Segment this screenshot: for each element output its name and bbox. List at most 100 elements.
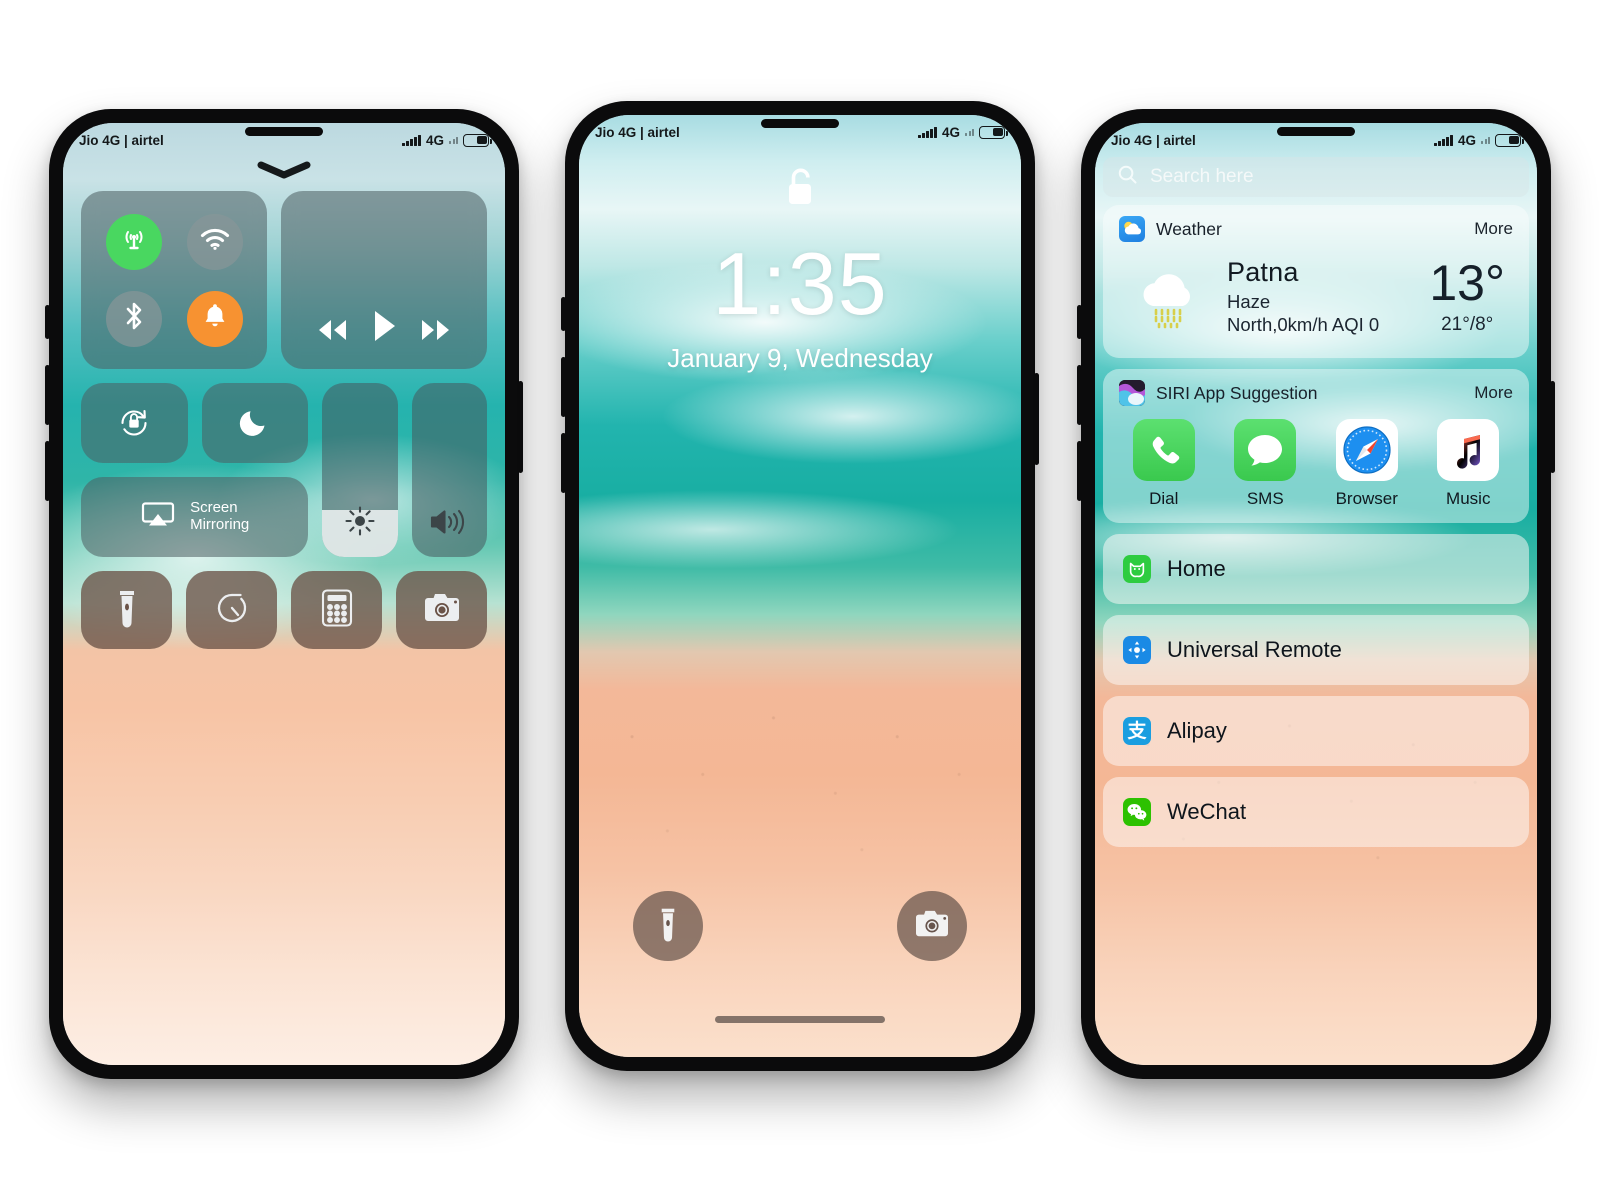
shortcut-label: Universal Remote (1167, 637, 1342, 662)
weather-condition: Haze (1227, 291, 1271, 312)
siri-app-label: Music (1446, 489, 1491, 508)
weather-more-link[interactable]: More (1474, 219, 1513, 239)
notch (1277, 127, 1355, 136)
volume-down-button[interactable] (45, 441, 50, 501)
phone-lock-screen: Jio 4G | airtel 4G 1:35 January 9, Wedne… (561, 101, 1039, 1071)
flashlight-icon (116, 588, 138, 633)
do-not-disturb-toggle[interactable] (201, 383, 309, 463)
volume-up-button[interactable] (561, 357, 566, 417)
rewind-icon[interactable] (312, 317, 352, 343)
shortcut-row-wechat[interactable]: WeChat (1103, 777, 1529, 847)
lock-time: 1:35 (712, 234, 888, 333)
flashlight-button[interactable] (633, 891, 703, 961)
shortcut-row-universal-remote[interactable]: Universal Remote (1103, 615, 1529, 685)
control-center-panel: Screen Mirroring (63, 191, 505, 649)
wechat-icon (1123, 798, 1151, 826)
siri-app-sms[interactable]: SMS (1222, 419, 1308, 509)
carrier-label: Jio 4G | airtel (1111, 132, 1196, 148)
bluetooth-icon (124, 301, 144, 336)
notch (761, 119, 839, 128)
cellular-antenna-icon (119, 224, 149, 259)
lock-quick-actions (579, 891, 1021, 961)
mute-switch[interactable] (561, 297, 566, 331)
widget-list: Weather More Patna Haze North,0km/h AQI … (1103, 205, 1529, 858)
weather-temp-range: 21°/8° (1441, 313, 1494, 335)
weather-wind-aqi: North,0km/h AQI 0 (1227, 314, 1380, 335)
weather-details: Patna Haze North,0km/h AQI 0 (1219, 257, 1429, 336)
screen-mirroring-button[interactable]: Screen Mirroring (81, 477, 309, 557)
calculator-icon (321, 588, 353, 633)
message-bubble-icon (1234, 419, 1297, 481)
flashlight-icon (658, 906, 678, 947)
unlocked-padlock-icon (779, 163, 821, 220)
siri-app-music[interactable]: Music (1425, 419, 1511, 509)
weather-widget-body: Patna Haze North,0km/h AQI 0 13° 21°/8° (1103, 247, 1529, 358)
alipay-icon: 支 (1123, 717, 1151, 745)
weather-widget-header: Weather More (1103, 205, 1529, 247)
rotation-lock-toggle[interactable] (81, 383, 188, 463)
wifi-icon (199, 227, 231, 256)
power-button[interactable] (1550, 381, 1555, 473)
carrier-label: Jio 4G | airtel (595, 124, 680, 140)
search-placeholder: Search here (1150, 166, 1254, 187)
volume-up-button[interactable] (45, 365, 50, 425)
volume-down-button[interactable] (1077, 441, 1082, 501)
chevron-down-icon[interactable] (255, 161, 313, 179)
volume-up-button[interactable] (1077, 365, 1082, 425)
wifi-toggle[interactable] (186, 213, 243, 270)
weather-widget[interactable]: Weather More Patna Haze North,0km/h AQI … (1103, 205, 1529, 358)
signal-bars-icon (918, 126, 937, 138)
screen-3: Jio 4G | airtel 4G Search here Weather M… (1095, 123, 1537, 1065)
secondary-signal-bars-icon (449, 136, 458, 144)
camera-button[interactable] (396, 571, 487, 649)
phone-icon (1132, 419, 1195, 481)
search-icon (1117, 164, 1138, 190)
connectivity-tile (81, 191, 267, 369)
secondary-signal-bars-icon (965, 128, 974, 136)
volume-slider[interactable] (411, 383, 488, 557)
safari-compass-icon (1335, 419, 1398, 481)
siri-icon (1119, 380, 1145, 406)
siri-app-browser[interactable]: Browser (1324, 419, 1410, 509)
play-icon[interactable] (369, 309, 399, 343)
home-indicator[interactable] (715, 1016, 885, 1023)
camera-button[interactable] (897, 891, 967, 961)
volume-down-button[interactable] (561, 433, 566, 493)
bell-icon (202, 302, 228, 335)
weather-app-icon (1119, 216, 1145, 242)
mute-switch[interactable] (1077, 305, 1082, 339)
calculator-button[interactable] (291, 571, 382, 649)
timer-button[interactable] (186, 571, 277, 649)
shortcut-row-alipay[interactable]: 支 Alipay (1103, 696, 1529, 766)
battery-icon (463, 133, 492, 147)
siri-app-label: Dial (1149, 489, 1179, 508)
power-button[interactable] (518, 381, 523, 473)
shortcut-label: WeChat (1167, 799, 1247, 824)
siri-app-label: SMS (1246, 489, 1284, 508)
timer-icon (213, 589, 251, 632)
bluetooth-toggle[interactable] (105, 290, 162, 347)
network-type-label: 4G (1457, 132, 1476, 148)
network-type-label: 4G (425, 132, 444, 148)
weather-temps: 13° 21°/8° (1429, 258, 1511, 336)
mute-switch[interactable] (45, 305, 50, 339)
siri-app-dial[interactable]: Dial (1121, 419, 1207, 509)
power-button[interactable] (1034, 373, 1039, 465)
cellular-data-toggle[interactable] (105, 213, 162, 270)
brightness-slider[interactable] (322, 383, 398, 557)
flashlight-button[interactable] (81, 571, 172, 649)
camera-icon (421, 591, 463, 630)
siri-more-link[interactable]: More (1474, 383, 1513, 403)
phone-mockup-stage: Jio 4G | airtel 4G Screen Mirroring Jio … (0, 0, 1600, 1200)
search-input[interactable]: Search here (1103, 157, 1529, 197)
music-note-icon (1437, 419, 1500, 481)
rotation-lock-icon (114, 401, 154, 446)
ringer-toggle[interactable] (186, 290, 243, 347)
fast-forward-icon[interactable] (416, 317, 456, 343)
screen-2: Jio 4G | airtel 4G 1:35 January 9, Wedne… (579, 115, 1021, 1057)
brightness-sun-icon (343, 504, 377, 543)
siri-suggestion-widget[interactable]: SIRI App Suggestion More Dial SMS Browse… (1103, 369, 1529, 523)
screen-mirroring-label: Screen Mirroring (190, 499, 250, 533)
weather-city: Patna (1227, 257, 1299, 287)
shortcut-row-home[interactable]: Home (1103, 534, 1529, 604)
